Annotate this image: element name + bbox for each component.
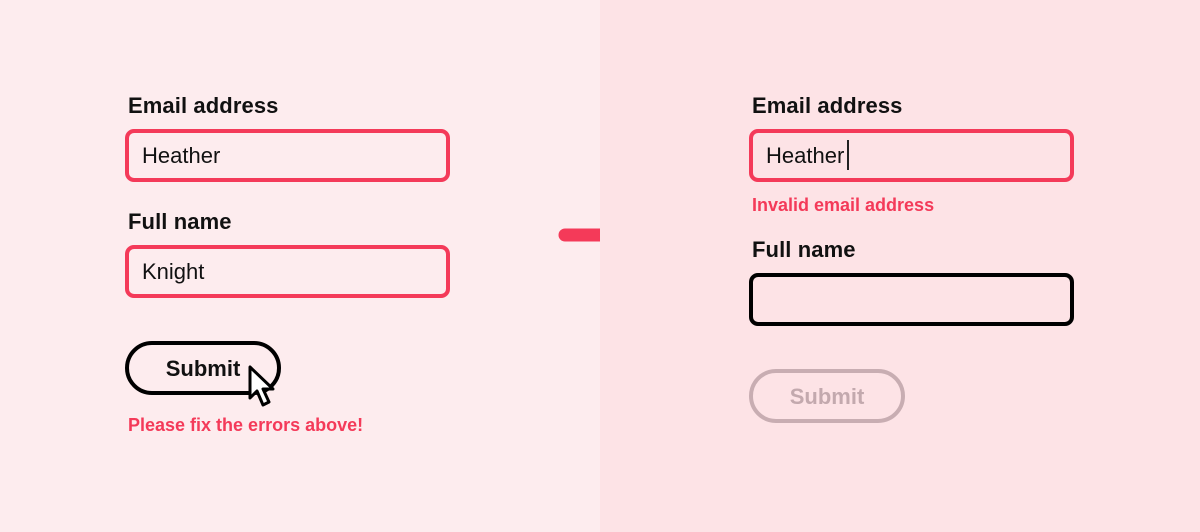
email-value: Heather	[142, 143, 221, 168]
full-name-label: Full name	[752, 237, 856, 262]
email-field[interactable]: Heather	[749, 129, 1074, 182]
full-name-field[interactable]: Knight	[125, 245, 450, 298]
email-label: Email address	[752, 93, 903, 118]
submit-button-disabled[interactable]: Submit	[749, 369, 905, 423]
before-state-panel: Email address Heather Full name Knight S…	[0, 0, 600, 532]
full-name-value: Knight	[142, 259, 205, 284]
full-name-label: Full name	[128, 209, 232, 234]
email-field[interactable]: Heather	[125, 129, 450, 182]
mouse-pointer-icon	[248, 365, 275, 407]
email-error-message: Invalid email address	[752, 195, 935, 215]
email-label: Email address	[128, 93, 279, 118]
after-state-panel: Email address Heather Invalid email addr…	[600, 0, 1200, 532]
text-caret	[847, 140, 850, 171]
form-error-message: Please fix the errors above!	[128, 415, 364, 435]
email-value: Heather	[766, 143, 845, 168]
full-name-field[interactable]	[749, 273, 1074, 326]
